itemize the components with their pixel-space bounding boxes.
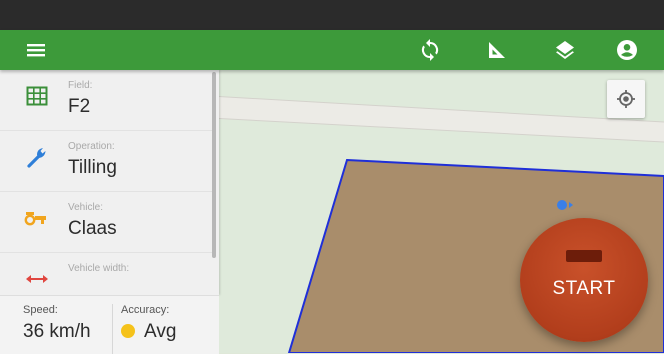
- sidebar-item-operation[interactable]: Operation: Tilling: [0, 131, 212, 192]
- app-bar: [0, 30, 664, 70]
- start-indicator: [566, 250, 602, 262]
- system-status-bar: [0, 0, 664, 30]
- accuracy-indicator-icon: [121, 324, 135, 338]
- start-button[interactable]: START: [520, 218, 648, 342]
- accuracy-value: Avg: [144, 321, 177, 342]
- accuracy-label: Accuracy:: [121, 304, 170, 316]
- accuracy-value-row: Avg: [121, 321, 176, 343]
- sidebar-item-vehicle[interactable]: Vehicle: Claas: [0, 192, 212, 253]
- layers-icon[interactable]: [545, 30, 585, 70]
- menu-icon[interactable]: [16, 30, 56, 70]
- account-icon[interactable]: [607, 30, 647, 70]
- speed-value: 36 km/h: [23, 321, 91, 342]
- wrench-icon: [24, 145, 50, 169]
- field-label: Field:: [68, 80, 93, 91]
- operation-label: Operation:: [68, 141, 115, 152]
- sidebar-scrollbar[interactable]: [212, 72, 216, 258]
- field-value: F2: [68, 96, 91, 117]
- speed-label: Speed:: [23, 304, 58, 316]
- status-panel: Speed: 36 km/h Accuracy: Avg: [0, 295, 219, 354]
- vehicle-label: Vehicle:: [68, 202, 104, 213]
- vehicle-value: Claas: [68, 218, 117, 239]
- sync-icon[interactable]: [410, 30, 450, 70]
- tractor-icon: [24, 206, 50, 230]
- measure-icon[interactable]: [477, 30, 517, 70]
- accuracy-cell: Accuracy: Avg: [113, 296, 219, 354]
- my-location-icon: [617, 90, 635, 108]
- locate-button[interactable]: [607, 80, 645, 118]
- gps-position-icon: [557, 200, 573, 210]
- width-arrows-icon: [24, 267, 50, 291]
- sidebar-item-field[interactable]: Field: F2: [0, 70, 212, 131]
- grid-icon: [24, 84, 50, 108]
- vehicle-width-label: Vehicle width:: [68, 263, 130, 274]
- speed-cell: Speed: 36 km/h: [0, 296, 112, 354]
- sidebar[interactable]: Field: F2 Operation: Tilling Vehicle: Cl…: [0, 70, 219, 295]
- sidebar-item-vehicle-width[interactable]: Vehicle width:: [0, 253, 212, 295]
- operation-value: Tilling: [68, 157, 117, 178]
- start-button-label: START: [552, 278, 616, 299]
